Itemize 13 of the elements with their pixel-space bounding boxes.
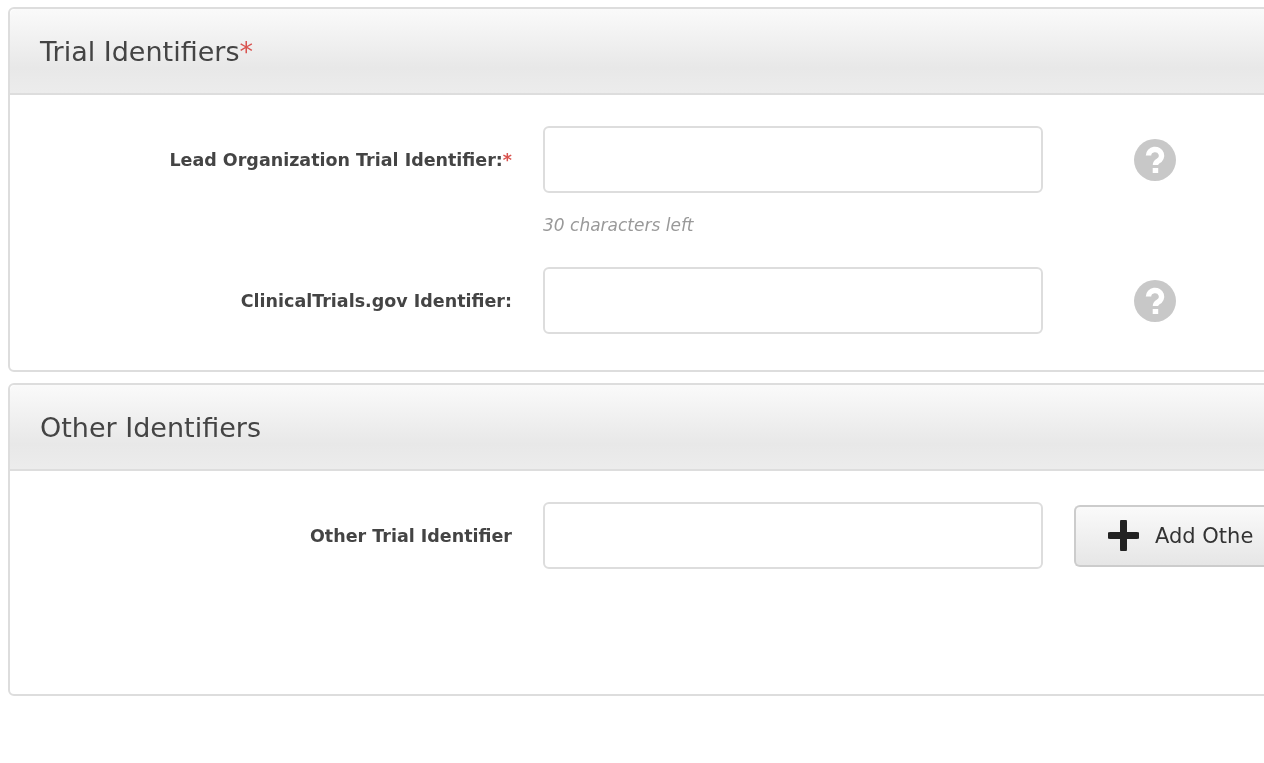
field-label: Other Trial Identifier — [309, 525, 512, 546]
help-icon[interactable] — [1134, 279, 1176, 322]
hint-text: 30 characters left — [543, 215, 695, 235]
field-label: Lead Organization Trial Identifier:* — [169, 149, 512, 170]
help-icon[interactable] — [1134, 138, 1176, 181]
add-button[interactable]: Add Othe — [1074, 504, 1264, 567]
text-field[interactable] — [543, 126, 1043, 193]
panel-title: Other Identifiers — [40, 411, 261, 443]
plus-icon — [1108, 520, 1139, 551]
text-field[interactable] — [543, 502, 1043, 569]
text-field[interactable] — [543, 267, 1043, 334]
field-label: ClinicalTrials.gov Identifier: — [240, 290, 512, 311]
panel-title: Trial Identifiers* — [40, 35, 253, 67]
